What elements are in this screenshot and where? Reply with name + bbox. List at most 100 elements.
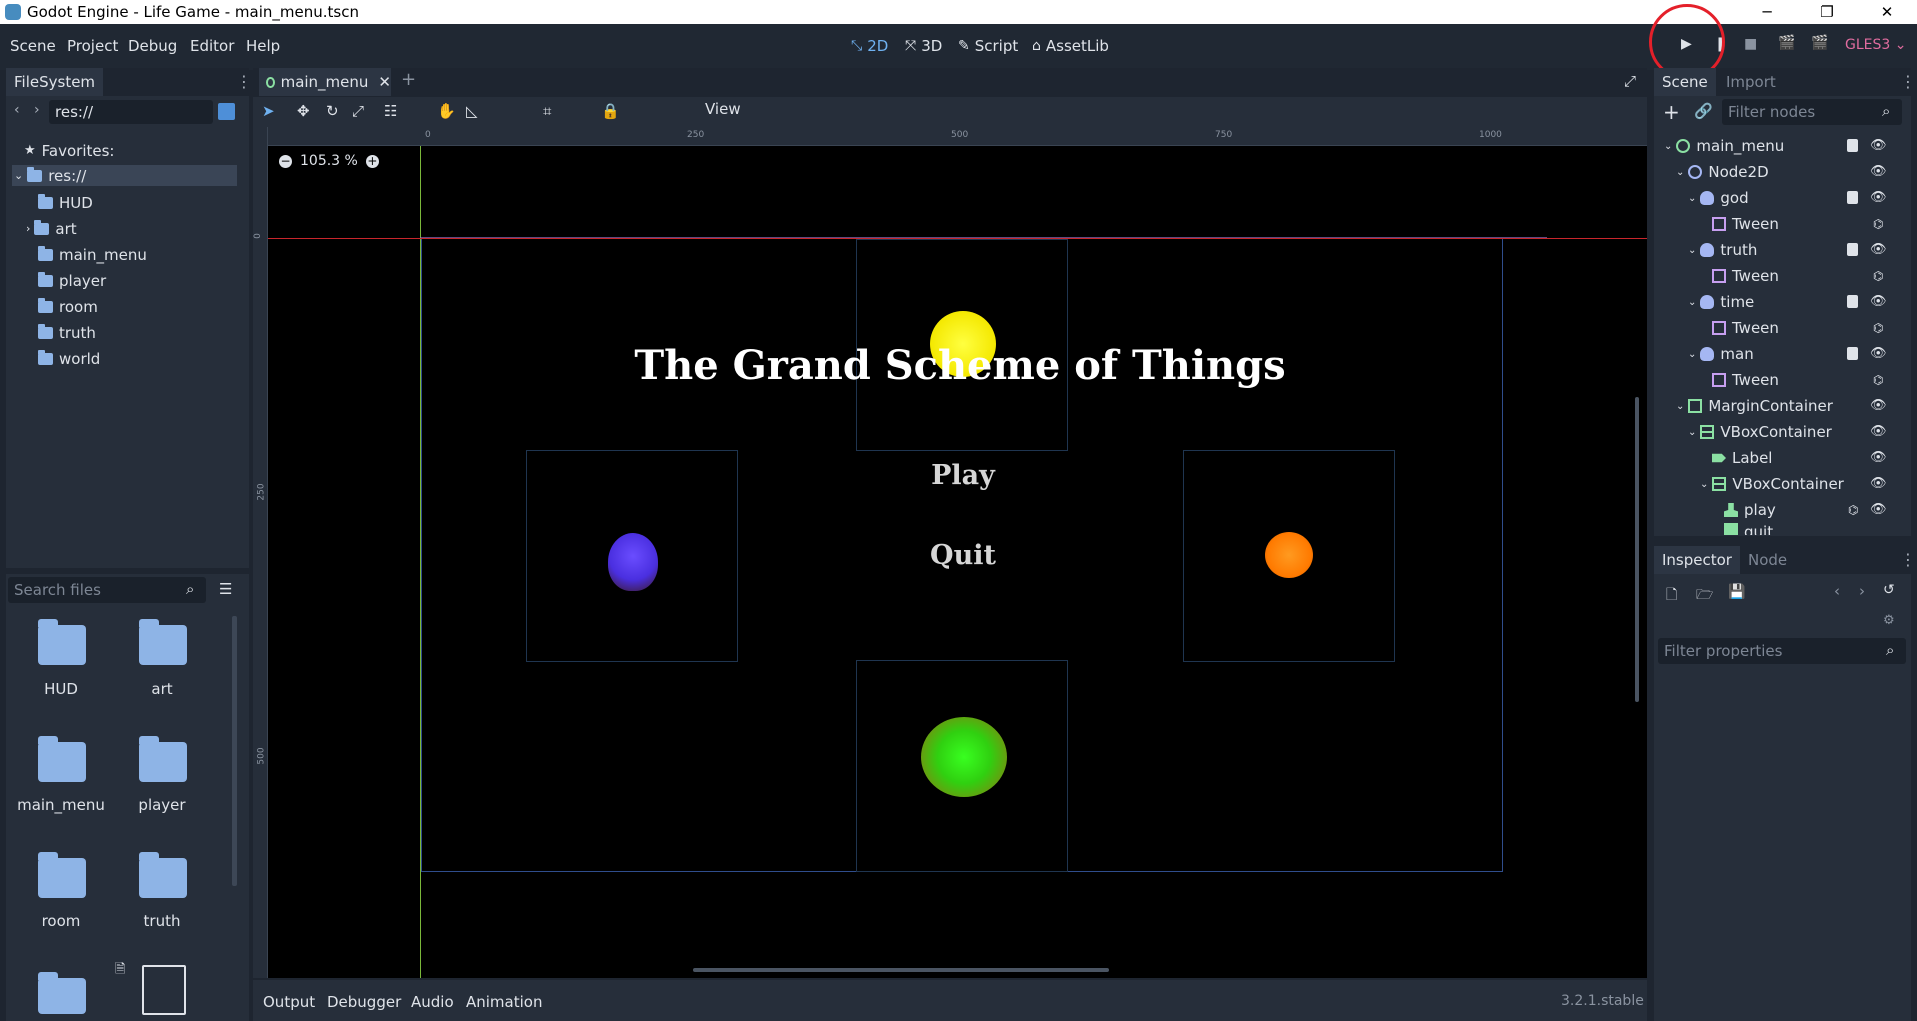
node-god[interactable]: ⌄ god — [1688, 187, 1749, 209]
canvas-viewport[interactable]: The Grand Scheme of Things Play Quit − 1… — [253, 127, 1647, 978]
tree-folder-world[interactable]: world — [38, 348, 100, 369]
grid-folder-icon-room[interactable] — [38, 852, 86, 898]
path-field[interactable]: res:// — [49, 100, 213, 124]
visibility-eye-icon[interactable]: 👁 — [1870, 346, 1887, 361]
script-attached-icon[interactable] — [1847, 347, 1858, 360]
tree-folder-player[interactable]: player — [38, 270, 106, 291]
tab-audio[interactable]: Audio — [411, 993, 454, 1011]
stop-button[interactable]: ■ — [1744, 36, 1757, 52]
tree-folder-room[interactable]: room — [38, 296, 98, 317]
tab-scene[interactable]: Scene — [1654, 68, 1716, 96]
script-attached-icon[interactable] — [1847, 139, 1858, 152]
grid-folder-icon-main-menu[interactable] — [38, 736, 86, 782]
save-resource-icon[interactable]: 💾 — [1728, 584, 1745, 600]
dock-menu-icon[interactable]: ⋮ — [1900, 72, 1916, 91]
renderer-dropdown[interactable]: GLES3 ⌄ — [1845, 37, 1906, 53]
node-main-menu[interactable]: ⌄ main_menu — [1664, 135, 1784, 157]
visibility-eye-icon[interactable]: 👁 — [1870, 164, 1887, 179]
favorites-row[interactable]: ★ Favorites: — [24, 140, 114, 161]
tree-folder-truth[interactable]: truth — [38, 322, 96, 343]
tab-debugger[interactable]: Debugger — [327, 993, 401, 1011]
visibility-eye-icon[interactable]: 👁 — [1870, 502, 1887, 517]
close-window-button[interactable]: ✕ — [1857, 0, 1917, 24]
visibility-eye-icon[interactable]: 👁 — [1870, 242, 1887, 257]
game-play-button[interactable]: Play — [913, 460, 1013, 491]
menu-debug[interactable]: Debug — [128, 37, 177, 55]
list-select-icon[interactable]: ☷ — [384, 102, 397, 120]
time-sprite[interactable] — [1265, 532, 1313, 578]
filter-nodes-input[interactable]: Filter nodes — [1722, 99, 1902, 125]
history-forward-icon[interactable]: › — [1859, 582, 1865, 600]
file-icon[interactable] — [142, 965, 186, 1015]
lock-icon[interactable]: 🔒 — [601, 102, 620, 120]
grid-snap-icon[interactable]: ⌗ — [543, 102, 551, 120]
move-tool-icon[interactable]: ✥ — [297, 102, 310, 120]
maximize-button[interactable]: ❐ — [1797, 0, 1857, 24]
zoom-level[interactable]: 105.3 % — [300, 153, 358, 169]
file-grid-scrollbar[interactable] — [232, 616, 237, 886]
split-view-icon[interactable] — [218, 103, 235, 120]
script-attached-icon[interactable] — [1847, 295, 1858, 308]
node-vboxcontainer-inner[interactable]: ⌄ VBoxContainer — [1700, 473, 1844, 495]
workspace-3d-button[interactable]: ⤧ 3D — [905, 37, 942, 55]
load-resource-icon[interactable]: 🗁 — [1696, 584, 1713, 608]
play-current-scene-button[interactable]: 🎬 — [1778, 35, 1795, 51]
node-tween[interactable]: Tween — [1712, 265, 1779, 287]
grid-folder-icon-player[interactable] — [139, 736, 187, 782]
tab-inspector[interactable]: Inspector — [1654, 546, 1740, 574]
signal-icon[interactable]: ⌬ — [1873, 321, 1883, 335]
back-icon[interactable]: ‹ — [14, 102, 20, 118]
add-node-icon[interactable]: + — [1663, 100, 1680, 124]
node-play[interactable]: play — [1724, 499, 1776, 521]
grid-folder-icon-art[interactable] — [139, 619, 187, 665]
node-node2d[interactable]: ⌄ Node2D — [1676, 161, 1769, 183]
visibility-eye-icon[interactable]: 👁 — [1870, 190, 1887, 205]
workspace-assetlib-button[interactable]: ⌂ AssetLib — [1032, 37, 1109, 55]
new-resource-icon[interactable]: 🗋 — [1666, 584, 1677, 608]
zoom-out-icon[interactable]: − — [279, 154, 292, 168]
workspace-script-button[interactable]: ✎ Script — [958, 37, 1018, 55]
tree-folder-hud[interactable]: HUD — [38, 192, 93, 213]
grid-folder-icon-hud[interactable] — [38, 619, 86, 665]
menu-help[interactable]: Help — [246, 37, 280, 55]
close-tab-icon[interactable]: ✕ — [378, 73, 391, 91]
minimize-button[interactable]: ─ — [1737, 0, 1797, 24]
search-files-input[interactable]: Search files — [8, 577, 206, 603]
grid-folder-icon-truth[interactable] — [139, 852, 187, 898]
tab-main-menu[interactable]: main_menu ✕ — [259, 68, 391, 96]
node-man[interactable]: ⌄ man — [1688, 343, 1754, 365]
horizontal-scrollbar[interactable] — [693, 968, 1109, 972]
distraction-free-icon[interactable]: ⤢ — [1624, 72, 1636, 90]
script-attached-icon[interactable] — [1847, 243, 1858, 256]
dock-menu-icon[interactable]: ⋮ — [1900, 550, 1916, 569]
tab-node[interactable]: Node — [1740, 546, 1795, 574]
menu-project[interactable]: Project — [67, 37, 118, 55]
grid-folder-icon[interactable] — [38, 972, 86, 1014]
vertical-scrollbar[interactable] — [1635, 397, 1639, 702]
select-tool-icon[interactable]: ➤ — [262, 102, 275, 120]
tab-import[interactable]: Import — [1718, 68, 1784, 96]
tab-animation[interactable]: Animation — [466, 993, 542, 1011]
node-vboxcontainer[interactable]: ⌄ VBoxContainer — [1688, 421, 1832, 443]
filter-properties-input[interactable]: Filter properties — [1658, 638, 1906, 664]
tab-filesystem[interactable]: FileSystem — [6, 68, 104, 96]
tree-folder-main-menu[interactable]: main_menu — [38, 244, 147, 265]
scale-tool-icon[interactable]: ⤢ — [352, 102, 364, 120]
visibility-eye-icon[interactable]: 👁 — [1870, 424, 1887, 439]
node-tween[interactable]: Tween — [1712, 317, 1779, 339]
list-view-icon[interactable]: ☰ — [219, 580, 232, 598]
history-icon[interactable]: ↺ — [1883, 582, 1895, 598]
pan-tool-icon[interactable]: ✋ — [437, 102, 456, 120]
forward-icon[interactable]: › — [34, 102, 40, 118]
visibility-eye-icon[interactable]: 👁 — [1870, 138, 1887, 153]
workspace-2d-button[interactable]: ⤡ 2D — [851, 37, 888, 55]
signal-icon[interactable]: ⌬ — [1873, 373, 1883, 387]
play-custom-scene-button[interactable]: 🎬 — [1811, 35, 1828, 51]
menu-editor[interactable]: Editor — [190, 37, 234, 55]
visibility-eye-icon[interactable]: 👁 — [1870, 450, 1887, 465]
truth-sprite[interactable] — [608, 533, 658, 591]
menu-scene[interactable]: Scene — [10, 37, 56, 55]
node-truth[interactable]: ⌄ truth — [1688, 239, 1757, 261]
node-tween[interactable]: Tween — [1712, 213, 1779, 235]
signal-icon[interactable]: ⌬ — [1873, 217, 1883, 231]
